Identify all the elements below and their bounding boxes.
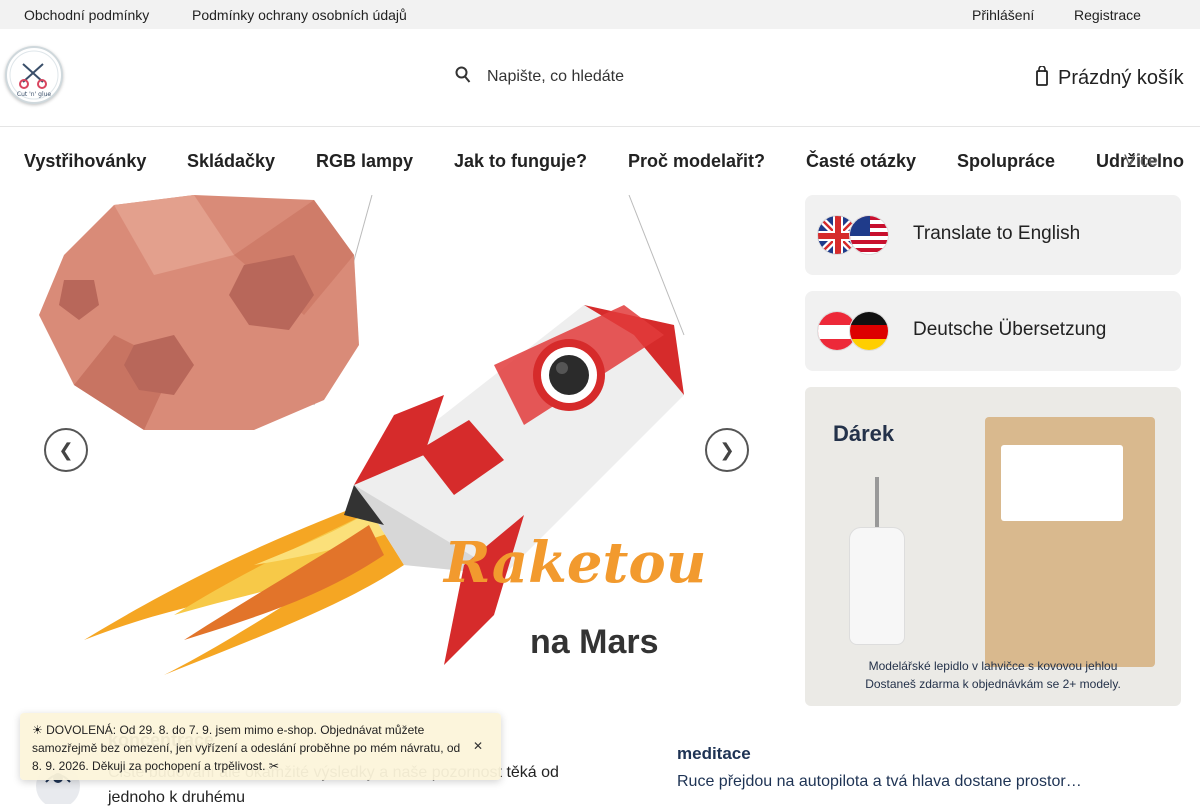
nav-item-rgb-lampy[interactable]: RGB lampy (316, 151, 413, 172)
translate-english-button[interactable]: Translate to English (805, 195, 1181, 275)
main-navigation: Vystřihovánky Skládačky RGB lampy Jak to… (0, 127, 1200, 195)
site-header: Cut 'n' glue Napište, co hledáte Prázdný… (0, 29, 1200, 127)
translate-english-label: Translate to English (913, 223, 1081, 244)
gift-label-image (1001, 445, 1123, 521)
nav-item-vystrihovanky[interactable]: Vystřihovánky (24, 151, 146, 172)
slider-next-button[interactable]: ❯ (705, 428, 749, 472)
site-logo[interactable]: Cut 'n' glue (5, 46, 63, 104)
search-bar[interactable]: Napište, co hledáte (455, 65, 624, 89)
meditation-text: Ruce přejdou na autopilota a tvá hlava d… (677, 773, 1082, 790)
rocket-mars-illustration (39, 195, 685, 675)
terms-link[interactable]: Obchodní podmínky (24, 7, 149, 23)
slider-prev-button[interactable]: ❮ (44, 428, 88, 472)
search-input[interactable]: Napište, co hledáte (487, 68, 624, 86)
at-de-flags-icon (817, 311, 893, 351)
needle-image (875, 477, 879, 529)
cart-icon (1036, 64, 1048, 91)
cart-label: Prázdný košík (1058, 66, 1184, 89)
nav-item-proc-modelarit[interactable]: Proč modelařit? (628, 151, 765, 172)
close-icon[interactable]: ✕ (473, 737, 483, 755)
scissors-logo-icon: Cut 'n' glue (9, 50, 59, 100)
germany-flag-icon (849, 311, 889, 351)
top-utility-bar: Obchodní podmínky Podmínky ochrany osobn… (0, 0, 1200, 29)
uk-us-flags-icon (817, 215, 893, 255)
gift-banner[interactable]: Dárek Modelářské lepidlo v lahvičce s ko… (805, 387, 1181, 706)
search-icon (455, 66, 475, 89)
glue-bottle-image (849, 527, 905, 645)
nav-more-button[interactable]: Více (1124, 151, 1158, 171)
chevron-left-icon: ❮ (58, 439, 74, 460)
gift-condition: Dostaneš zdarma k objednávkám se 2+ mode… (865, 677, 1121, 691)
vacation-notice-text: ☀ DOVOLENÁ: Od 29. 8. do 7. 9. jsem mimo… (32, 723, 461, 773)
hero-slider[interactable]: Raketou na Mars ❮ ❯ (24, 195, 784, 700)
hero-subtitle: na Mars (530, 623, 659, 661)
cart-button[interactable]: Prázdný košík (1036, 64, 1184, 91)
register-link[interactable]: Registrace (1074, 7, 1141, 23)
translate-german-label: Deutsche Übersetzung (913, 319, 1107, 340)
nav-item-spoluprace[interactable]: Spolupráce (957, 151, 1055, 172)
chevron-right-icon: ❯ (719, 439, 735, 460)
nav-item-skladacky[interactable]: Skládačky (187, 151, 275, 172)
hero-title: Raketou (444, 530, 707, 596)
privacy-link[interactable]: Podmínky ochrany osobních údajů (192, 7, 407, 23)
translate-german-button[interactable]: Deutsche Übersetzung (805, 291, 1181, 371)
meditation-title: meditace (677, 744, 751, 763)
gift-title: Dárek (833, 421, 895, 446)
gift-description: Modelářské lepidlo v lahvičce s kovovou … (868, 659, 1118, 673)
login-link[interactable]: Přihlášení (972, 7, 1034, 23)
nav-item-jak-to-funguje[interactable]: Jak to funguje? (454, 151, 587, 172)
us-flag-icon (849, 215, 889, 255)
nav-item-caste-otazky[interactable]: Časté otázky (806, 151, 916, 172)
logo-text: Cut 'n' glue (17, 91, 52, 98)
vacation-notice: ☀ DOVOLENÁ: Od 29. 8. do 7. 9. jsem mimo… (20, 713, 501, 780)
